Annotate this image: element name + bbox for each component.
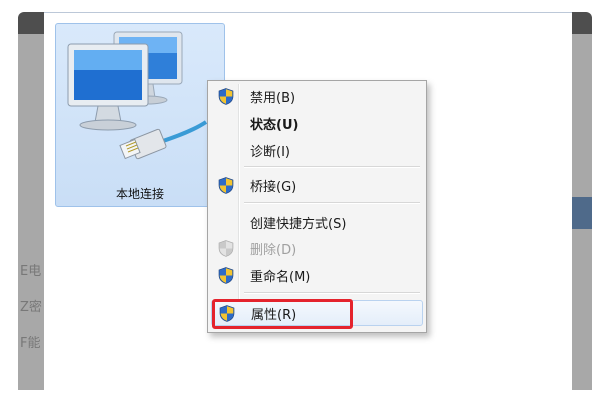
menu-item-status[interactable]: 状态(U): [211, 111, 421, 135]
menu-separator: [244, 202, 420, 204]
menu-separator: [244, 292, 420, 294]
menu-item-label: 创建快捷方式(S): [250, 217, 347, 232]
highlight-annotation: [212, 299, 353, 329]
menu-separator: [244, 166, 420, 168]
background-panel-left: E电 Z密 F能: [18, 34, 44, 390]
menu-item-label: 状态(U): [250, 118, 299, 133]
background-text: Z密: [20, 300, 42, 315]
context-menu: 禁用(B) 状态(U) 诊断(I) 桥接(G) 创建快捷方式(S) 删除(D): [207, 80, 427, 333]
menu-item-delete: 删除(D): [211, 236, 421, 260]
network-computer-icon: [67, 31, 208, 160]
menu-item-rename[interactable]: 重命名(M): [211, 263, 421, 287]
uac-shield-icon: [218, 177, 234, 194]
adapter-name: 本地连接: [115, 187, 164, 201]
uac-shield-icon: [218, 88, 234, 105]
menu-item-label: 重命名(M): [250, 270, 311, 285]
menu-item-label: 禁用(B): [250, 91, 296, 106]
background-text: E电: [20, 264, 42, 279]
menu-item-label: 桥接(G): [250, 180, 297, 195]
menu-item-create-shortcut[interactable]: 创建快捷方式(S): [211, 210, 421, 234]
menu-item-label: 删除(D): [250, 243, 297, 258]
uac-shield-icon: [218, 240, 234, 257]
local-connection-adapter[interactable]: 本地连接: [55, 23, 225, 207]
menu-item-disable[interactable]: 禁用(B): [211, 84, 421, 108]
menu-item-label: 诊断(I): [250, 145, 290, 160]
uac-shield-icon: [218, 267, 234, 284]
menu-item-diagnose[interactable]: 诊断(I): [211, 138, 421, 162]
menu-item-bridge[interactable]: 桥接(G): [211, 173, 421, 197]
background-text: F能: [20, 336, 41, 351]
